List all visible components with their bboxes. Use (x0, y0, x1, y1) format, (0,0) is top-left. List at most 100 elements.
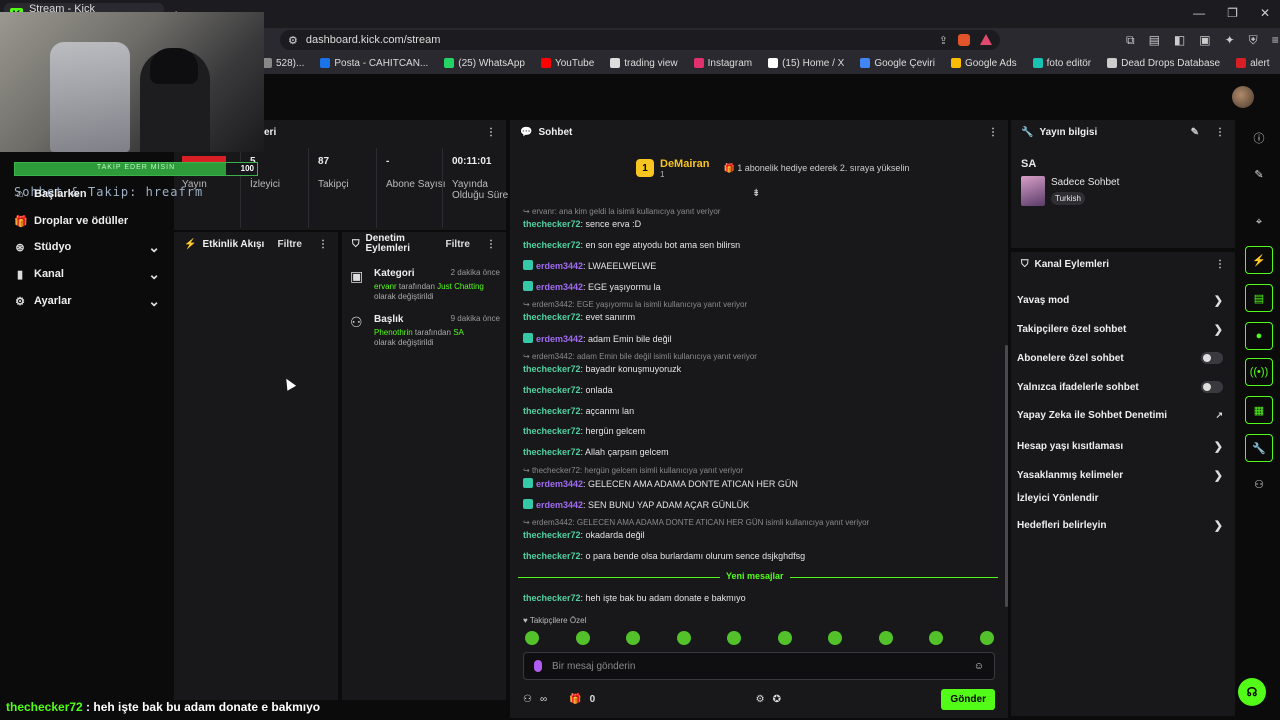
channel-action-item[interactable]: Yavaş mod ❯ (1017, 294, 1223, 307)
chevron-down-icon[interactable]: ⌄ (148, 293, 160, 310)
chat-scrollbar[interactable] (1005, 345, 1008, 607)
bookmark-item[interactable]: Google Çeviri (860, 58, 935, 69)
chat-menu-icon[interactable]: ⋮ (988, 127, 998, 138)
channel-actions-menu-icon[interactable]: ⋮ (1215, 259, 1225, 270)
emote-icon[interactable] (626, 631, 640, 645)
emote-icon[interactable] (525, 631, 539, 645)
leo-ai-icon[interactable]: ✦ (1225, 33, 1235, 48)
bookmark-item[interactable]: trading view (610, 58, 678, 69)
chat-username[interactable]: erdem3442 (536, 334, 583, 344)
channel-action-item[interactable]: Yasaklanmış kelimeler ❯ (1017, 469, 1223, 482)
toggle-switch[interactable] (1201, 352, 1223, 364)
bookmark-item[interactable]: alert (1236, 58, 1270, 69)
emote-icon[interactable] (727, 631, 741, 645)
info-icon[interactable]: ⓘ (1245, 124, 1273, 152)
support-icon[interactable]: ☊ (1238, 678, 1266, 706)
external-link-icon[interactable]: ↗ (1215, 410, 1223, 421)
mic-icon[interactable] (534, 660, 542, 672)
window-close-icon[interactable]: ✕ (1260, 6, 1270, 20)
chat-bubble-icon[interactable]: ● (1245, 322, 1273, 350)
chevron-right-icon[interactable]: ❯ (1214, 294, 1223, 307)
mod-action-user[interactable]: Phenothrin (374, 328, 413, 337)
channel-action-item[interactable]: Hesap yaşı kısıtlaması ❯ (1017, 440, 1223, 453)
minimize-icon[interactable]: — (1193, 6, 1205, 20)
mod-filter-button[interactable]: Filtre (446, 239, 470, 250)
activity-filter-button[interactable]: Filtre (278, 239, 302, 250)
category-name[interactable]: Sadece Sohbet (1051, 177, 1119, 188)
emote-icon[interactable] (575, 631, 590, 645)
brave-rewards-icon[interactable] (980, 33, 992, 45)
emoji-icon[interactable]: ☺ (974, 661, 984, 672)
chat-username[interactable]: thechecker72 (523, 551, 581, 561)
mod-menu-icon[interactable]: ⋮ (486, 239, 496, 250)
chat-username[interactable]: thechecker72 (523, 364, 581, 374)
chat-username[interactable]: erdem3442 (536, 500, 583, 510)
bookmark-item[interactable]: Posta - CAHITCAN... (320, 58, 428, 69)
lightning-icon[interactable]: ⚡ (1245, 246, 1273, 274)
chat-username[interactable]: thechecker72 (523, 219, 581, 229)
menu-icon[interactable]: ≡ (1272, 33, 1279, 48)
edit-icon[interactable]: ✎ (1191, 127, 1199, 138)
bookmark-item[interactable]: foto editör (1032, 58, 1091, 69)
chat-input[interactable]: Bir mesaj gönderin ☺ (523, 652, 995, 680)
bookmark-item[interactable]: Dead Drops Database (1107, 58, 1220, 69)
share-icon[interactable]: ⇪ (939, 34, 948, 47)
channel-action-item[interactable]: Abonelere özel sohbet (1017, 352, 1223, 364)
pencil-icon[interactable]: ✎ (1245, 160, 1273, 188)
chat-username[interactable]: thechecker72 (523, 530, 581, 540)
chevron-right-icon[interactable]: ❯ (1214, 323, 1223, 336)
layout-icon[interactable]: ▦ (1245, 396, 1273, 424)
emote-icon[interactable] (878, 631, 893, 645)
maximize-icon[interactable]: ❐ (1227, 6, 1238, 20)
sidebar-item[interactable]: ▮ Kanal ⌄ (14, 264, 160, 284)
gifter-name[interactable]: DeMairan (660, 158, 710, 170)
chat-settings-icon[interactable]: ⚙ (756, 694, 765, 705)
send-button[interactable]: Gönder (941, 688, 995, 710)
emote-icon[interactable] (777, 631, 792, 645)
stats-menu-icon[interactable]: ⋮ (486, 127, 496, 138)
chat-username[interactable]: thechecker72 (523, 426, 581, 436)
users-icon[interactable]: ⚇ (1245, 470, 1273, 498)
chat-username[interactable]: thechecker72 (523, 406, 581, 416)
sidebar-item[interactable]: ⊛ Stüdyo ⌄ (14, 237, 160, 257)
bookmark-item[interactable]: Google Ads (950, 58, 1017, 69)
extensions-icon[interactable]: ⧉ (1126, 33, 1135, 48)
bookmark-item[interactable]: (15) Home / X (768, 58, 844, 69)
chat-username[interactable]: thechecker72 (523, 312, 581, 322)
channel-action-item[interactable]: Takipçilere özel sohbet ❯ (1017, 323, 1223, 336)
notes-icon[interactable]: ▤ (1245, 284, 1273, 312)
sidebar-item[interactable]: ⌂ Başlarken (14, 184, 160, 204)
sidebar-item[interactable]: ⚙ Ayarlar ⌄ (14, 291, 160, 311)
capture-icon[interactable]: ⌖ (1245, 208, 1273, 236)
chat-username[interactable]: thechecker72 (523, 447, 581, 457)
stream-info-menu-icon[interactable]: ⋮ (1215, 127, 1225, 138)
emote-icon[interactable] (676, 631, 691, 645)
sidebar-item[interactable]: 🎁 Droplar ve ödüller (14, 211, 160, 231)
chevron-right-icon[interactable]: ❯ (1214, 469, 1223, 482)
bookmark-item[interactable]: (25) WhatsApp (444, 58, 525, 69)
reader-icon[interactable]: ▤ (1149, 33, 1160, 48)
mod-action-user[interactable]: ervanr (374, 282, 397, 291)
chat-username[interactable]: erdem3442 (536, 282, 583, 292)
address-bar[interactable]: ⚙ dashboard.kick.com/stream ⇪ (280, 30, 1000, 50)
channel-action-item[interactable]: Yalnızca ifadelerle sohbet (1017, 381, 1223, 393)
channel-action-item[interactable]: İzleyici Yönlendir (1017, 493, 1223, 504)
channel-action-item[interactable]: Hedefleri belirleyin ❯ (1017, 519, 1223, 532)
chat-username[interactable]: thechecker72 (523, 593, 581, 603)
site-info-icon[interactable]: ⚙ (288, 34, 298, 47)
bookmark-item[interactable]: 528)... (262, 58, 304, 69)
emote-picker-icon[interactable]: ✪ (773, 694, 781, 705)
brave-shield-icon[interactable] (958, 33, 970, 46)
scroll-to-pinned-icon[interactable]: ⇟ (752, 188, 760, 199)
chat-username[interactable]: erdem3442 (536, 479, 583, 489)
emote-icon[interactable] (979, 631, 994, 645)
emote-icon[interactable] (929, 631, 943, 645)
chevron-right-icon[interactable]: ❯ (1214, 440, 1223, 453)
toggle-switch[interactable] (1201, 381, 1223, 393)
sidebar-toggle-icon[interactable]: ◧ (1174, 33, 1185, 48)
bookmark-item[interactable]: Instagram (693, 58, 752, 69)
broadcast-icon[interactable]: ((•)) (1245, 358, 1273, 386)
emote-icon[interactable] (828, 631, 842, 645)
user-avatar[interactable] (1232, 86, 1254, 108)
chevron-down-icon[interactable]: ⌄ (148, 266, 160, 283)
